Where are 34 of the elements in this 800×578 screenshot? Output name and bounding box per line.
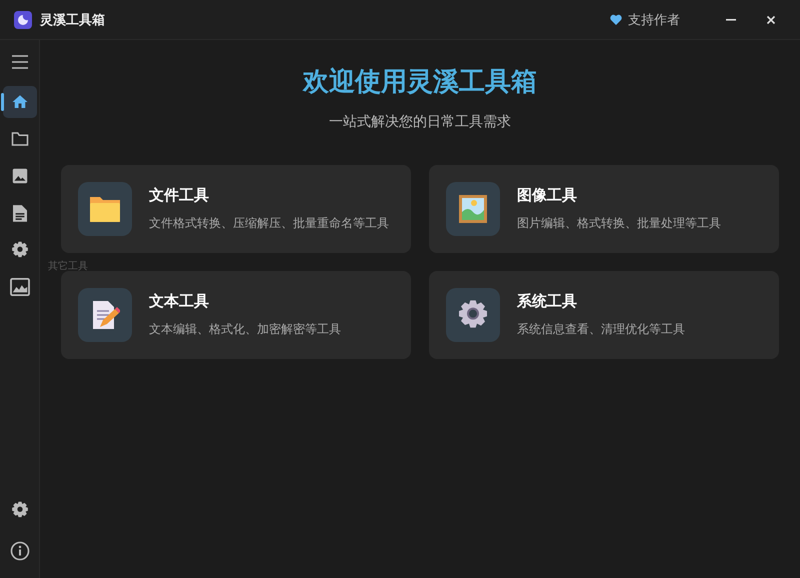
picture-icon — [458, 194, 488, 224]
window-title: 灵溪工具箱 — [40, 12, 105, 28]
close-icon — [766, 14, 776, 24]
settings-icon — [10, 241, 28, 259]
minimize-icon — [726, 18, 736, 20]
card-description: 文本编辑、格式化、加密解密等工具 — [149, 321, 341, 338]
tool-card[interactable]: 图像工具 图片编辑、格式转换、批量处理等工具 — [429, 165, 779, 253]
image-icon — [12, 168, 28, 184]
menu-icon — [10, 55, 28, 69]
app-logo-icon — [14, 10, 32, 28]
tool-card[interactable]: 系统工具 系统信息查看、清理优化等工具 — [429, 271, 779, 359]
support-author-button[interactable]: 支持作者 — [610, 10, 680, 28]
tool-card[interactable]: 文件工具 文件格式转换、压缩解压、批量重命名等工具 — [61, 165, 411, 253]
card-description: 系统信息查看、清理优化等工具 — [517, 321, 685, 338]
info-icon — [10, 541, 30, 561]
subtitle: 一站式解决您的日常工具需求 — [329, 113, 511, 131]
card-description: 图片编辑、格式转换、批量处理等工具 — [517, 215, 721, 232]
tool-card[interactable]: 文本工具 文本编辑、格式化、加密解密等工具 — [61, 271, 411, 359]
card-title: 文件工具 — [149, 186, 210, 205]
sidebar-item[interactable] — [2, 86, 36, 118]
welcome-heading: 欢迎使用灵溪工具箱 — [303, 66, 537, 99]
card-title: 系统工具 — [517, 292, 578, 311]
document-pencil-icon — [90, 299, 120, 331]
folder-icon — [10, 131, 28, 147]
document-icon — [12, 204, 26, 222]
settings-icon — [10, 501, 28, 519]
tooltip-label: 其它工具 — [48, 261, 88, 273]
home-icon — [10, 93, 28, 111]
card-title: 图像工具 — [517, 186, 578, 205]
card-description: 文件格式转换、压缩解压、批量重命名等工具 — [149, 215, 389, 232]
heart-icon — [610, 14, 622, 25]
card-title: 文本工具 — [149, 292, 210, 311]
landscape-icon — [10, 278, 30, 296]
folder-icon — [89, 195, 121, 223]
